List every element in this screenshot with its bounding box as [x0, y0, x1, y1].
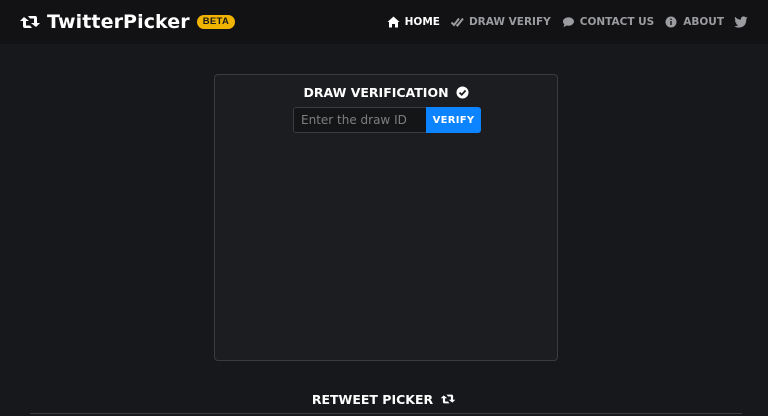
verify-button[interactable]: VERIFY — [426, 107, 481, 133]
draw-verification-title: DRAW VERIFICATION — [303, 84, 449, 100]
main-nav: HOME DRAW VERIFY CONTACT US ABOUT — [376, 13, 748, 31]
comment-icon — [562, 17, 574, 28]
nav-draw-verify-label: DRAW VERIFY — [468, 16, 551, 28]
retweet-picker-header: RETWEET PICKER — [0, 390, 768, 408]
retweet-icon — [20, 16, 40, 28]
info-circle-icon — [665, 16, 677, 28]
nav-about[interactable]: ABOUT — [665, 16, 724, 28]
double-check-icon — [450, 17, 464, 28]
navbar: TwitterPicker BETA HOME DRAW VERIFY CONT… — [0, 0, 768, 44]
retweet-picker-title: RETWEET PICKER — [311, 391, 434, 407]
draw-verify-form: VERIFY — [293, 107, 481, 133]
check-circle-icon — [456, 86, 469, 98]
nav-draw-verify[interactable]: DRAW VERIFY — [450, 16, 551, 28]
home-icon — [387, 16, 400, 28]
nav-home[interactable]: HOME — [387, 16, 440, 28]
nav-contact-label: CONTACT US — [579, 16, 655, 28]
beta-badge: BETA — [196, 15, 236, 29]
draw-verification-card: DRAW VERIFICATION VERIFY — [214, 74, 558, 361]
nav-home-label: HOME — [404, 16, 440, 28]
brand-name: TwitterPicker — [47, 11, 190, 33]
brand-link[interactable]: TwitterPicker BETA — [19, 10, 236, 34]
draw-verification-header: DRAW VERIFICATION — [215, 83, 557, 101]
retweet-icon — [440, 394, 456, 404]
twitter-icon[interactable] — [734, 16, 748, 28]
nav-about-label: ABOUT — [683, 16, 724, 28]
nav-contact[interactable]: CONTACT US — [562, 16, 655, 28]
draw-id-input[interactable] — [293, 107, 426, 133]
